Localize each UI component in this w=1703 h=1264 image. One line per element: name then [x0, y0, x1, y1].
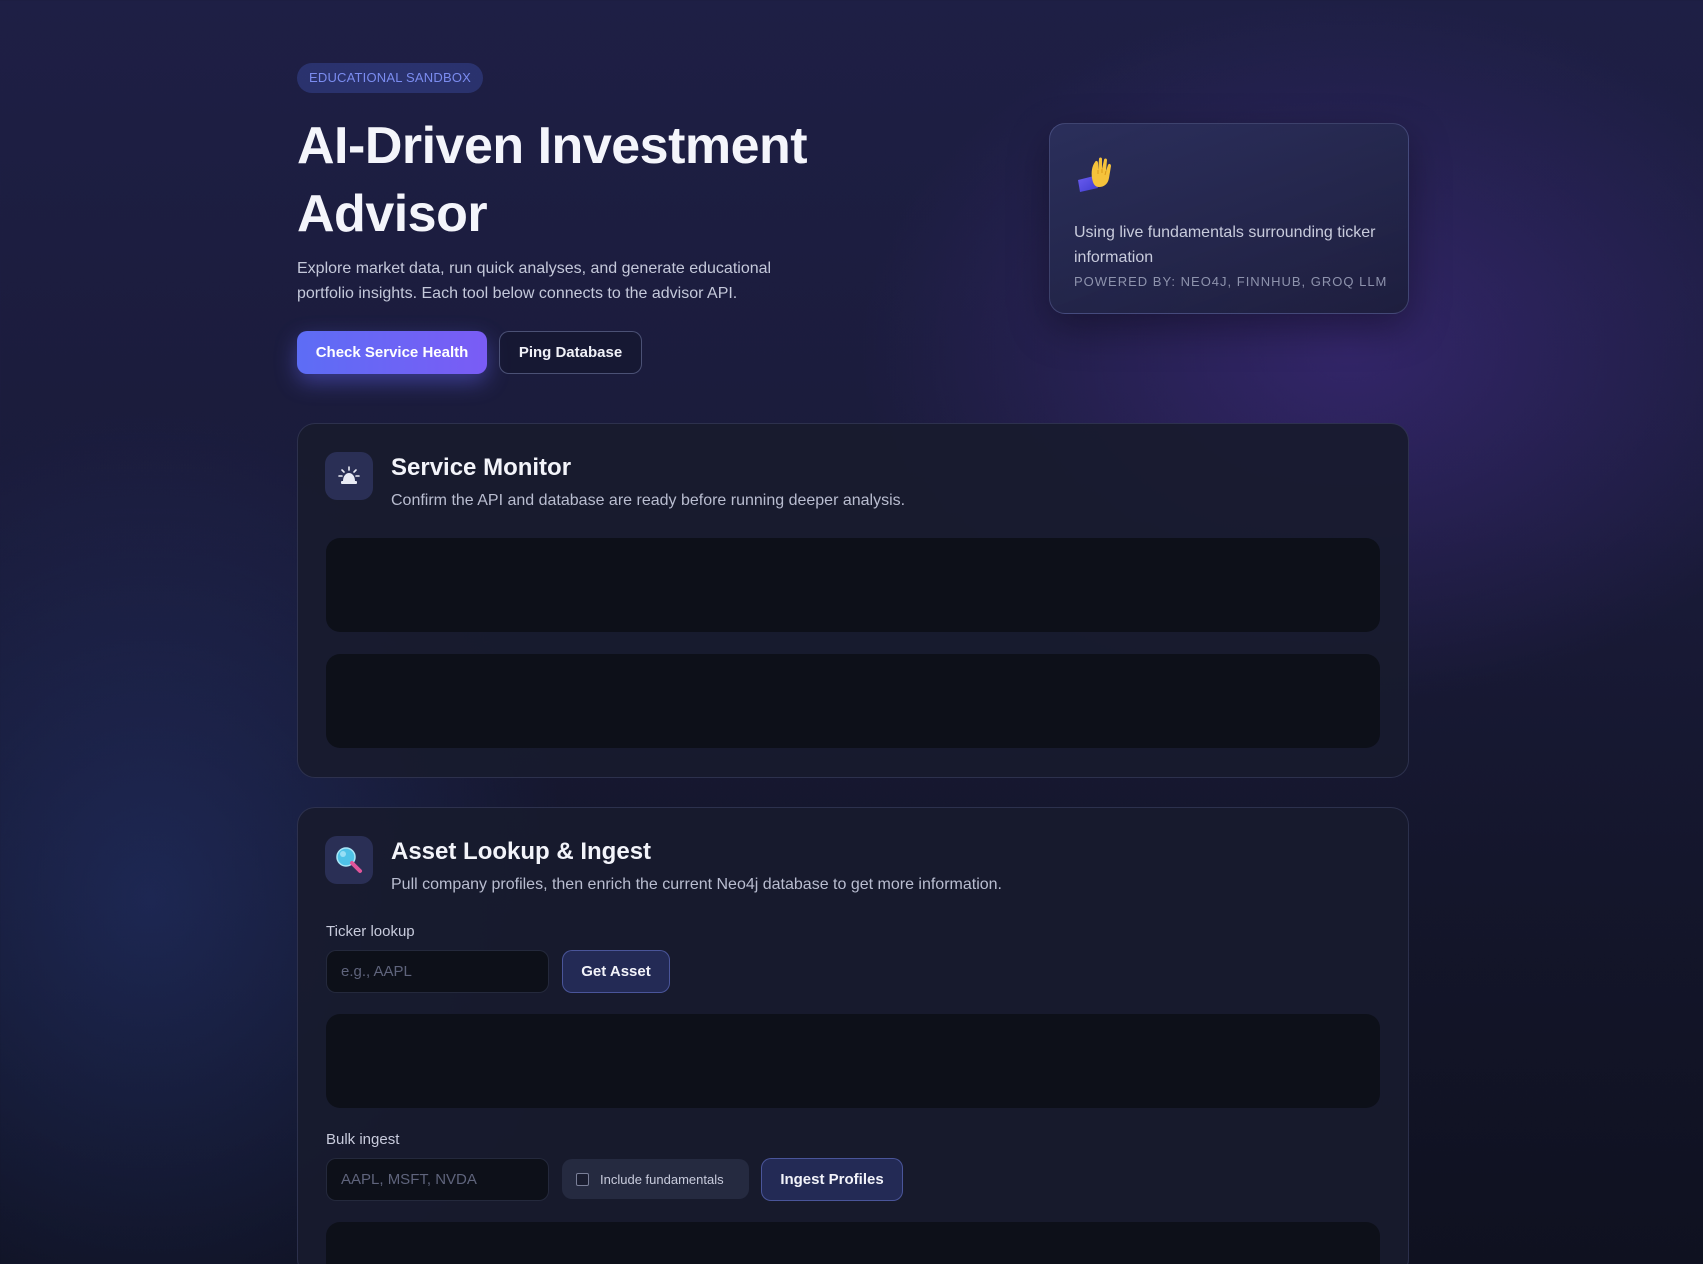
powered-by-text: POWERED BY: NEO4J, FINNHUB, GROQ LLM [1074, 274, 1388, 289]
asset-output-box [326, 1014, 1380, 1108]
ticker-lookup-label: Ticker lookup [326, 923, 415, 940]
include-fundamentals-toggle[interactable]: Include fundamentals [562, 1159, 749, 1199]
info-card: Using live fundamentals surrounding tick… [1049, 123, 1409, 314]
service-monitor-panel: Service Monitor Confirm the API and data… [297, 423, 1409, 778]
get-asset-button[interactable]: Get Asset [562, 950, 670, 993]
health-output-box [326, 538, 1380, 632]
asset-lookup-title: Asset Lookup & Ingest [391, 838, 652, 865]
alarm-light-icon [325, 452, 373, 500]
include-fundamentals-checkbox[interactable] [576, 1172, 589, 1186]
sandbox-badge: EDUCATIONAL SANDBOX [297, 63, 483, 93]
page-subtitle: Explore market data, run quick analyses,… [297, 260, 772, 302]
ticker-input[interactable] [326, 950, 549, 993]
check-service-health-button[interactable]: Check Service Health [297, 331, 487, 374]
raised-hand-icon [1074, 154, 1118, 198]
include-fundamentals-label: Include fundamentals [600, 1171, 724, 1187]
asset-lookup-description: Pull company profiles, then enrich the c… [391, 876, 1002, 893]
magnifier-icon [325, 836, 373, 884]
asset-lookup-panel: Asset Lookup & Ingest Pull company profi… [297, 807, 1409, 1264]
bulk-ingest-input[interactable] [326, 1158, 549, 1201]
database-output-box [326, 654, 1380, 748]
page-title: AI-Driven Investment Advisor [297, 117, 808, 243]
bulk-ingest-label: Bulk ingest [326, 1131, 400, 1148]
ingest-output-box [326, 1222, 1380, 1264]
info-card-text: Using live fundamentals surrounding tick… [1074, 224, 1376, 266]
ingest-profiles-button[interactable]: Ingest Profiles [761, 1158, 903, 1201]
service-monitor-title: Service Monitor [391, 454, 572, 481]
service-monitor-description: Confirm the API and database are ready b… [391, 492, 906, 509]
ping-database-button[interactable]: Ping Database [499, 331, 642, 374]
